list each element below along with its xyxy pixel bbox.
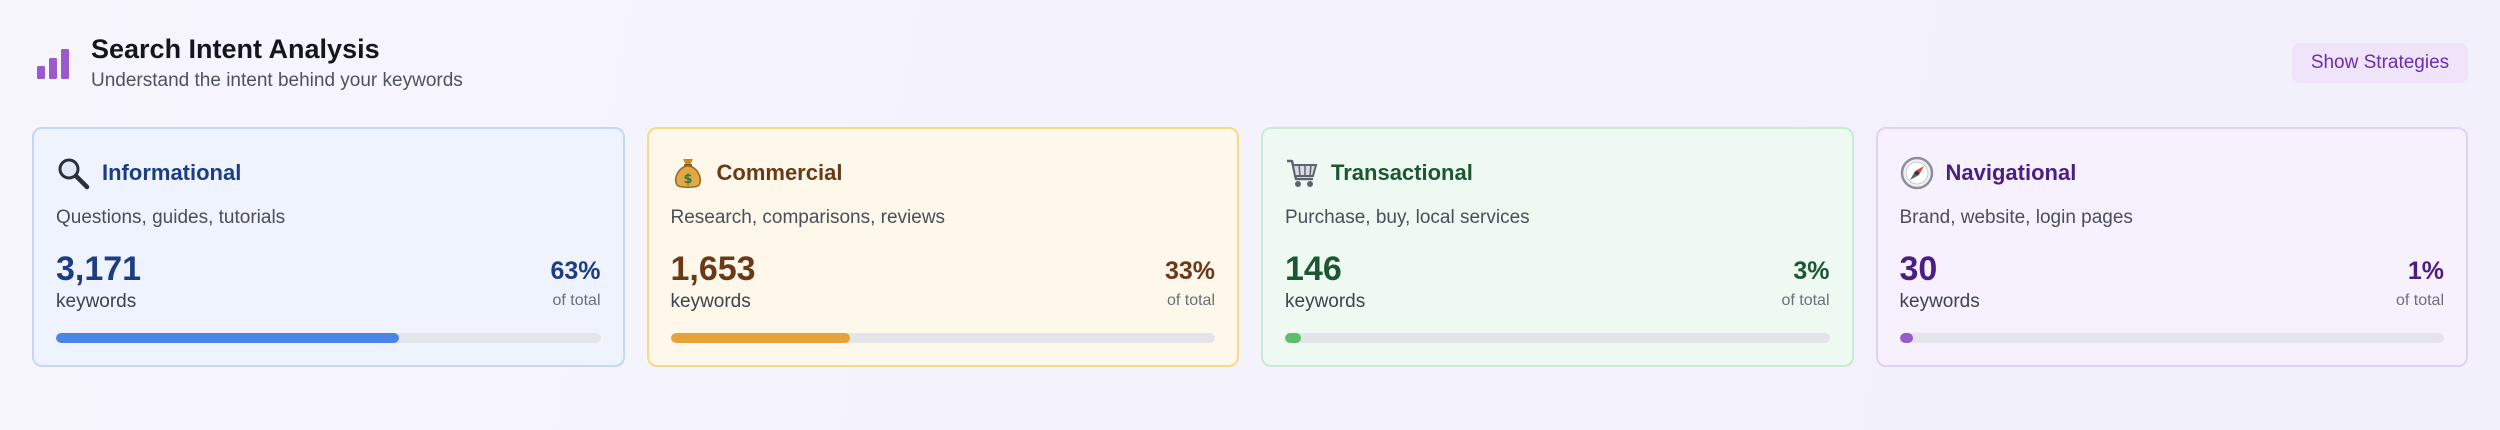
page-title: Search Intent Analysis	[91, 34, 380, 64]
keyword-count: 146	[1285, 250, 1342, 288]
page-subtitle: Understand the intent behind your keywor…	[91, 70, 463, 91]
progress-fill	[56, 333, 400, 343]
shopping-cart-icon	[1287, 159, 1318, 187]
keyword-count-label: keywords	[670, 291, 751, 312]
percent-value: 63%	[550, 257, 601, 285]
svg-text:$: $	[683, 172, 692, 187]
keyword-count-label: keywords	[1285, 291, 1366, 312]
progress-bar	[670, 333, 1215, 343]
percent-label: of total	[552, 292, 601, 309]
intent-card-navigational[interactable]: Navigational Brand, website, login pages…	[1875, 127, 2468, 367]
keyword-count: 3,171	[56, 250, 142, 288]
card-description: Brand, website, login pages	[1899, 207, 2133, 228]
card-header: Transactional	[1285, 155, 1473, 191]
percent-label: of total	[1781, 292, 1830, 309]
compass-icon	[1900, 156, 1933, 190]
intent-cards: Informational Questions, guides, tutoria…	[32, 127, 2468, 367]
progress-fill	[670, 333, 851, 343]
percent-label: of total	[2395, 292, 2444, 309]
page-header: Search Intent Analysis Understand the in…	[32, 30, 2468, 102]
keyword-count-label: keywords	[1899, 291, 1980, 312]
show-strategies-button[interactable]: Show Strategies	[2292, 43, 2468, 83]
percent-label: of total	[1166, 292, 1215, 309]
keyword-count: 30	[1899, 250, 1938, 288]
card-title: Transactional	[1331, 160, 1473, 185]
percent-value: 3%	[1793, 257, 1830, 285]
card-title: Informational	[102, 160, 242, 185]
progress-bar	[56, 333, 601, 343]
percent-value: 33%	[1164, 257, 1215, 285]
keyword-count-label: keywords	[56, 291, 137, 312]
money-bag-icon: $	[674, 159, 701, 188]
bar-chart-icon	[37, 49, 69, 79]
card-header: Informational	[56, 155, 241, 191]
progress-bar	[1285, 333, 1830, 343]
keyword-count: 1,653	[670, 250, 756, 288]
card-title: Commercial	[716, 160, 843, 185]
progress-fill	[1899, 333, 1914, 343]
magnifying-glass-icon	[58, 158, 90, 190]
card-header: Navigational	[1900, 155, 2077, 191]
progress-bar	[1899, 333, 2444, 343]
intent-card-informational[interactable]: Informational Questions, guides, tutoria…	[32, 127, 625, 367]
intent-card-commercial[interactable]: $ Commercial Research, comparisons, revi…	[646, 127, 1239, 367]
percent-value: 1%	[2407, 257, 2444, 285]
card-description: Purchase, buy, local services	[1285, 207, 1530, 228]
progress-fill	[1285, 333, 1302, 343]
intent-card-transactional[interactable]: Transactional Purchase, buy, local servi…	[1261, 127, 1854, 367]
card-header: $ Commercial	[671, 155, 843, 191]
card-description: Research, comparisons, reviews	[670, 207, 946, 228]
card-description: Questions, guides, tutorials	[56, 207, 286, 228]
card-title: Navigational	[1945, 160, 2077, 185]
